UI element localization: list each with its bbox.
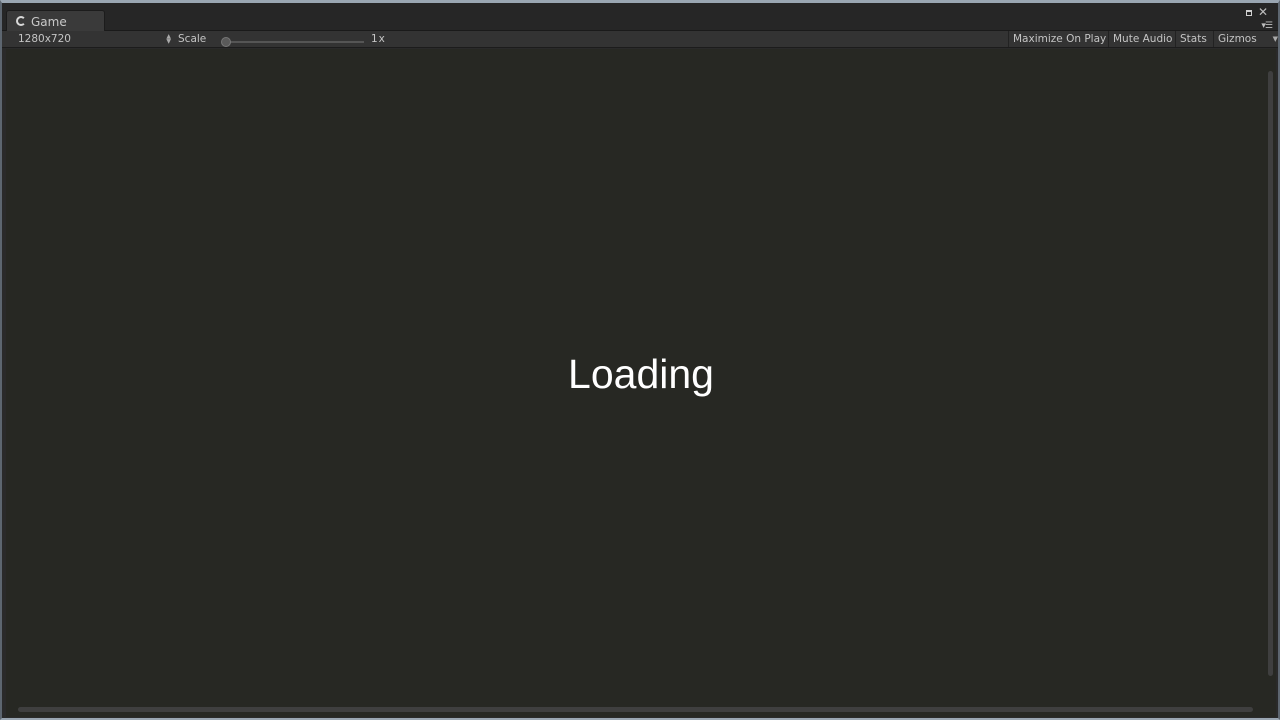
tab-label: Game	[31, 14, 67, 29]
scale-label: Scale	[178, 33, 207, 45]
scale-slider[interactable]	[221, 37, 364, 47]
maximize-on-play-button[interactable]: Maximize On Play	[1008, 31, 1110, 47]
chevron-down-icon: ▼	[1272, 35, 1278, 43]
gizmos-label: Gizmos	[1218, 33, 1257, 45]
gizmos-dropdown[interactable]: Gizmos ▼	[1213, 31, 1278, 47]
maximize-icon[interactable]	[1246, 10, 1252, 16]
game-window: Game ✕ ▾☰ 1280x720 ▲ ▼ Scale 1x Maximize …	[0, 0, 1280, 720]
loading-text: Loading	[568, 351, 714, 397]
close-icon[interactable]: ✕	[1258, 6, 1268, 18]
resolution-value: 1280x720	[18, 33, 71, 45]
scale-value: 1x	[371, 33, 386, 45]
menu-icon[interactable]: ▾☰	[1261, 22, 1273, 31]
scale-slider-thumb[interactable]	[221, 37, 231, 47]
game-toolbar: 1280x720 ▲ ▼ Scale 1x Maximize On Play Mu…	[2, 31, 1278, 48]
stats-button[interactable]: Stats	[1175, 31, 1211, 47]
tab-strip: Game ✕ ▾☰	[2, 3, 1278, 32]
updown-arrows-icon: ▲ ▼	[166, 33, 171, 45]
game-viewport[interactable]: Loading	[6, 49, 1276, 717]
unity-pacman-icon	[16, 15, 26, 26]
horizontal-scrollbar[interactable]	[18, 707, 1253, 712]
tab-game[interactable]: Game	[6, 10, 105, 32]
vertical-scrollbar[interactable]	[1268, 71, 1273, 676]
resolution-dropdown[interactable]: 1280x720 ▲ ▼	[6, 31, 173, 47]
mute-audio-button[interactable]: Mute Audio	[1108, 31, 1176, 47]
